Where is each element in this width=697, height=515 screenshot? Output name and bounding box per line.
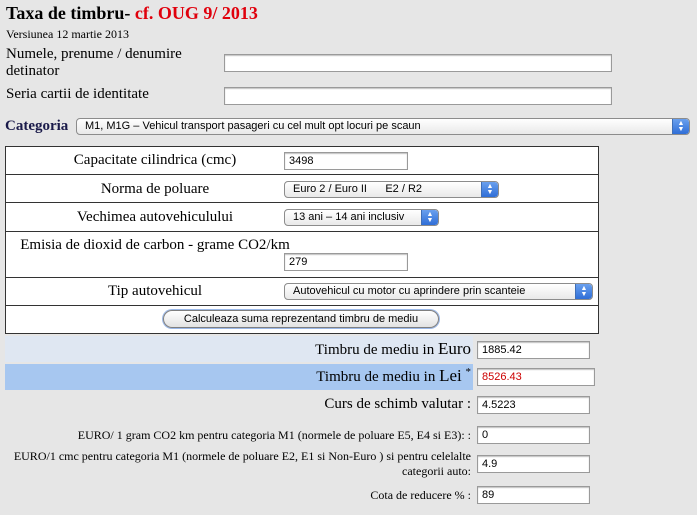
age-select[interactable]: 13 ani – 14 ani inclusiv ▲ ▼	[284, 209, 439, 226]
calculate-button[interactable]: Calculeaza suma reprezentand timbru de m…	[163, 310, 439, 328]
discount-label: Cota de reducere % :	[370, 488, 471, 502]
capacity-input[interactable]: 3498	[284, 152, 408, 170]
cmc-rate-field[interactable]: 4.9	[477, 455, 590, 473]
age-label: Vechimea autovehiculului	[76, 209, 234, 225]
category-select[interactable]: M1, M1G – Vehicul transport pasageri cu …	[76, 118, 690, 135]
lei-footnote-star: *	[465, 366, 472, 378]
exchange-rate-field[interactable]: 4.5223	[477, 396, 590, 414]
lei-value-field[interactable]: 8526.43	[477, 368, 595, 386]
chevron-updown-icon: ▲ ▼	[575, 284, 592, 299]
id-series-input[interactable]	[224, 87, 612, 105]
euro-label: Timbru de mediu in Euro	[315, 339, 471, 359]
chevron-updown-icon: ▲ ▼	[672, 119, 689, 134]
id-series-label: Seria cartii de identitate	[6, 86, 149, 102]
title-text: Taxa de timbru-	[6, 3, 131, 23]
co2-label: Emisia de dioxid de carbon - grame CO2/k…	[20, 237, 290, 253]
euro-label-currency: Euro	[437, 339, 471, 358]
exchange-rate-label: Curs de schimb valutar :	[324, 396, 471, 412]
version-text: Versiunea 12 martie 2013	[6, 27, 129, 41]
norm-label: Norma de poluare	[100, 181, 210, 197]
category-selected: M1, M1G – Vehicul transport pasageri cu …	[85, 120, 421, 132]
category-label: Categoria	[5, 118, 69, 134]
capacity-label: Capacitate cilindrica (cmc)	[73, 152, 237, 168]
co2-rate-field[interactable]: 0	[477, 426, 590, 444]
lei-label-currency: Lei	[439, 366, 462, 385]
age-selected: 13 ani – 14 ani inclusiv	[293, 211, 405, 223]
owner-name-label: Numele, prenume / denumire detinator	[6, 46, 182, 79]
euro-label-text: Timbru de mediu in	[315, 342, 438, 358]
type-selected: Autovehicul cu motor cu aprindere prin s…	[293, 285, 526, 297]
co2-rate-label: EURO/ 1 gram CO2 km pentru categoria M1 …	[77, 428, 471, 442]
chevron-updown-icon: ▲ ▼	[421, 210, 438, 225]
lei-label-text: Timbru de mediu in	[316, 369, 440, 385]
lei-label: Timbru de mediu in Lei *	[316, 366, 471, 386]
norm-select[interactable]: Euro 2 / Euro II E2 / R2 ▲ ▼	[284, 181, 499, 198]
type-label: Tip autovehicul	[107, 283, 203, 299]
page-title: Taxa de timbru- cf. OUG 9/ 2013	[6, 3, 258, 24]
euro-value-field[interactable]: 1885.42	[477, 341, 590, 359]
co2-input[interactable]: 279	[284, 253, 408, 271]
owner-name-input[interactable]	[224, 54, 612, 72]
title-reference: cf. OUG 9/ 2013	[134, 3, 258, 23]
discount-field[interactable]: 89	[477, 486, 590, 504]
cmc-rate-label: EURO/1 cmc pentru categoria M1 (normele …	[13, 449, 471, 478]
vehicle-type-select[interactable]: Autovehicul cu motor cu aprindere prin s…	[284, 283, 593, 300]
norm-selected: Euro 2 / Euro II E2 / R2	[293, 183, 423, 195]
chevron-updown-icon: ▲ ▼	[481, 182, 498, 197]
